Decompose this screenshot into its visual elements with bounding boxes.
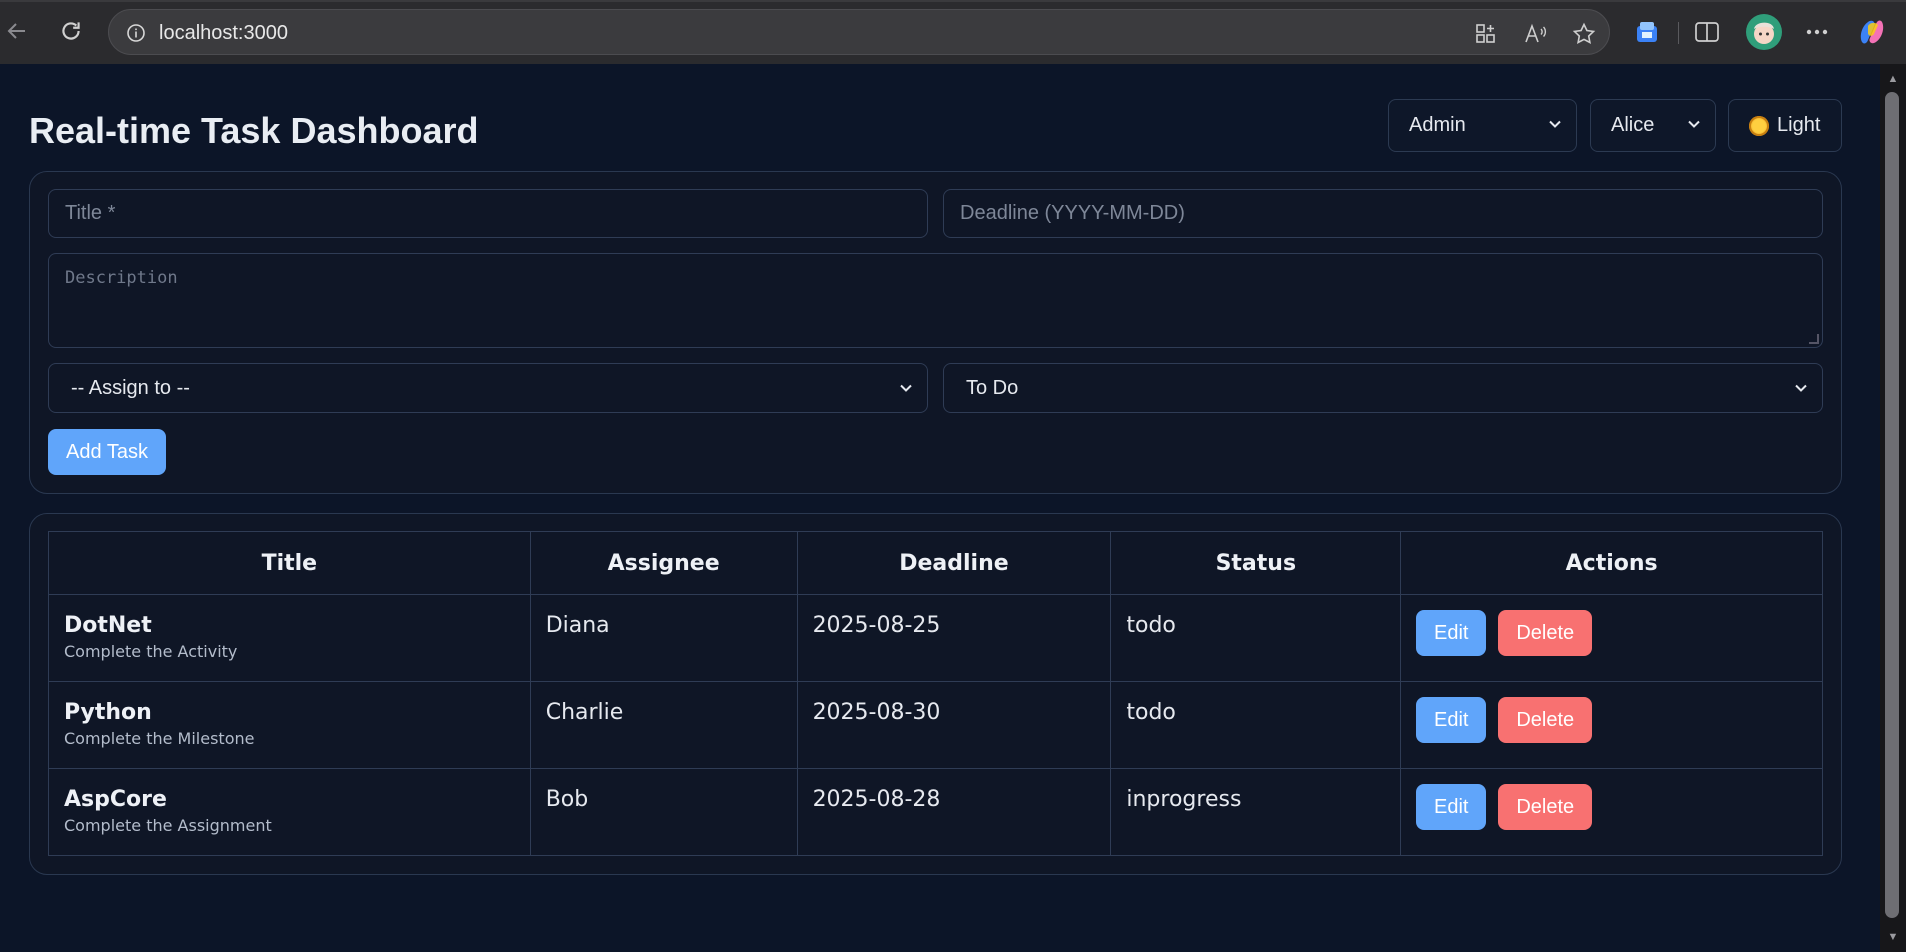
- reload-icon[interactable]: [54, 14, 88, 48]
- extension-icon[interactable]: [1630, 15, 1664, 49]
- task-title: AspCore: [64, 787, 167, 812]
- address-bar[interactable]: localhost:3000: [108, 9, 1610, 55]
- delete-button[interactable]: Delete: [1498, 610, 1593, 656]
- user-select-value: Alice: [1611, 114, 1655, 136]
- copilot-icon[interactable]: [1852, 12, 1892, 52]
- assignee-select-value: -- Assign to --: [71, 376, 190, 399]
- theme-toggle-button[interactable]: Light: [1728, 99, 1842, 152]
- task-status: inprogress: [1110, 768, 1402, 856]
- column-header-status: Status: [1110, 531, 1402, 595]
- column-header-actions: Actions: [1400, 531, 1823, 595]
- chevron-down-icon: [1688, 120, 1700, 128]
- column-header-title: Title: [48, 531, 531, 595]
- task-title-cell: Python Complete the Milestone: [48, 681, 531, 769]
- description-textarea[interactable]: Description: [48, 253, 1823, 348]
- task-description: Complete the Activity: [64, 642, 238, 661]
- task-description: Complete the Assignment: [64, 816, 272, 835]
- app-grid-icon[interactable]: [1473, 21, 1499, 47]
- theme-toggle-label: Light: [1777, 114, 1821, 136]
- task-deadline: 2025-08-28: [796, 768, 1112, 856]
- status-select-value: To Do: [966, 376, 1019, 399]
- task-deadline: 2025-08-25: [796, 594, 1112, 682]
- task-actions-cell: Edit Delete: [1400, 768, 1823, 856]
- toolbar-divider: [1678, 22, 1679, 44]
- edit-button[interactable]: Edit: [1416, 697, 1487, 743]
- profile-avatar[interactable]: [1744, 12, 1784, 52]
- vertical-scrollbar[interactable]: ▲ ▼: [1880, 64, 1906, 952]
- task-title: Python: [64, 700, 152, 725]
- favorite-star-icon[interactable]: [1571, 21, 1597, 47]
- scroll-down-arrow-icon[interactable]: ▼: [1886, 930, 1900, 944]
- description-placeholder: Description: [65, 268, 178, 288]
- table-row: Python Complete the Milestone Charlie 20…: [48, 681, 1823, 769]
- task-status: todo: [1110, 681, 1402, 769]
- role-select-value: Admin: [1409, 114, 1466, 136]
- status-select[interactable]: To Do: [943, 363, 1823, 413]
- scroll-up-arrow-icon[interactable]: ▲: [1886, 72, 1900, 86]
- task-status: todo: [1110, 594, 1402, 682]
- task-title: DotNet: [64, 613, 152, 638]
- sun-icon: [1749, 115, 1769, 136]
- column-header-deadline: Deadline: [796, 531, 1112, 595]
- table-row: DotNet Complete the Activity Diana 2025-…: [48, 594, 1823, 682]
- edit-button[interactable]: Edit: [1416, 610, 1487, 656]
- chevron-down-icon: [1549, 120, 1561, 128]
- user-select[interactable]: Alice: [1590, 99, 1716, 152]
- task-title-cell: DotNet Complete the Activity: [48, 594, 531, 682]
- edit-button[interactable]: Edit: [1416, 784, 1487, 830]
- split-screen-icon[interactable]: [1690, 15, 1724, 49]
- url-text: localhost:3000: [159, 22, 288, 44]
- table-row: AspCore Complete the Assignment Bob 2025…: [48, 768, 1823, 856]
- task-table: Title Assignee Deadline Status Actions D…: [48, 531, 1823, 856]
- task-title-cell: AspCore Complete the Assignment: [48, 768, 531, 856]
- read-aloud-icon[interactable]: [1523, 21, 1549, 47]
- scrollbar-thumb[interactable]: [1885, 92, 1899, 918]
- task-assignee: Diana: [529, 594, 798, 682]
- task-actions-cell: Edit Delete: [1400, 594, 1823, 682]
- task-actions-cell: Edit Delete: [1400, 681, 1823, 769]
- title-input[interactable]: Title *: [48, 189, 928, 238]
- site-info-icon[interactable]: [125, 22, 147, 44]
- title-input-placeholder: Title *: [65, 202, 116, 224]
- table-header-row: Title Assignee Deadline Status Actions: [48, 531, 1823, 595]
- delete-button[interactable]: Delete: [1498, 784, 1593, 830]
- column-header-assignee: Assignee: [529, 531, 798, 595]
- deadline-input-placeholder: Deadline (YYYY-MM-DD): [960, 202, 1185, 224]
- task-assignee: Charlie: [529, 681, 798, 769]
- browser-toolbar: localhost:3000: [0, 0, 1906, 64]
- deadline-input[interactable]: Deadline (YYYY-MM-DD): [943, 189, 1823, 238]
- role-select[interactable]: Admin: [1388, 99, 1577, 152]
- task-deadline: 2025-08-30: [796, 681, 1112, 769]
- task-assignee: Bob: [529, 768, 798, 856]
- chevron-down-icon: [900, 384, 912, 392]
- page-title: Real-time Task Dashboard: [29, 110, 479, 151]
- chevron-down-icon: [1795, 384, 1807, 392]
- more-options-icon[interactable]: [1800, 15, 1834, 49]
- task-description: Complete the Milestone: [64, 729, 255, 748]
- add-task-button[interactable]: Add Task: [48, 429, 166, 475]
- assignee-select[interactable]: -- Assign to --: [48, 363, 928, 413]
- delete-button[interactable]: Delete: [1498, 697, 1593, 743]
- tab-strip-edge: [0, 0, 1906, 2]
- back-arrow-icon[interactable]: [0, 14, 34, 48]
- resize-grip-icon[interactable]: [1809, 334, 1819, 344]
